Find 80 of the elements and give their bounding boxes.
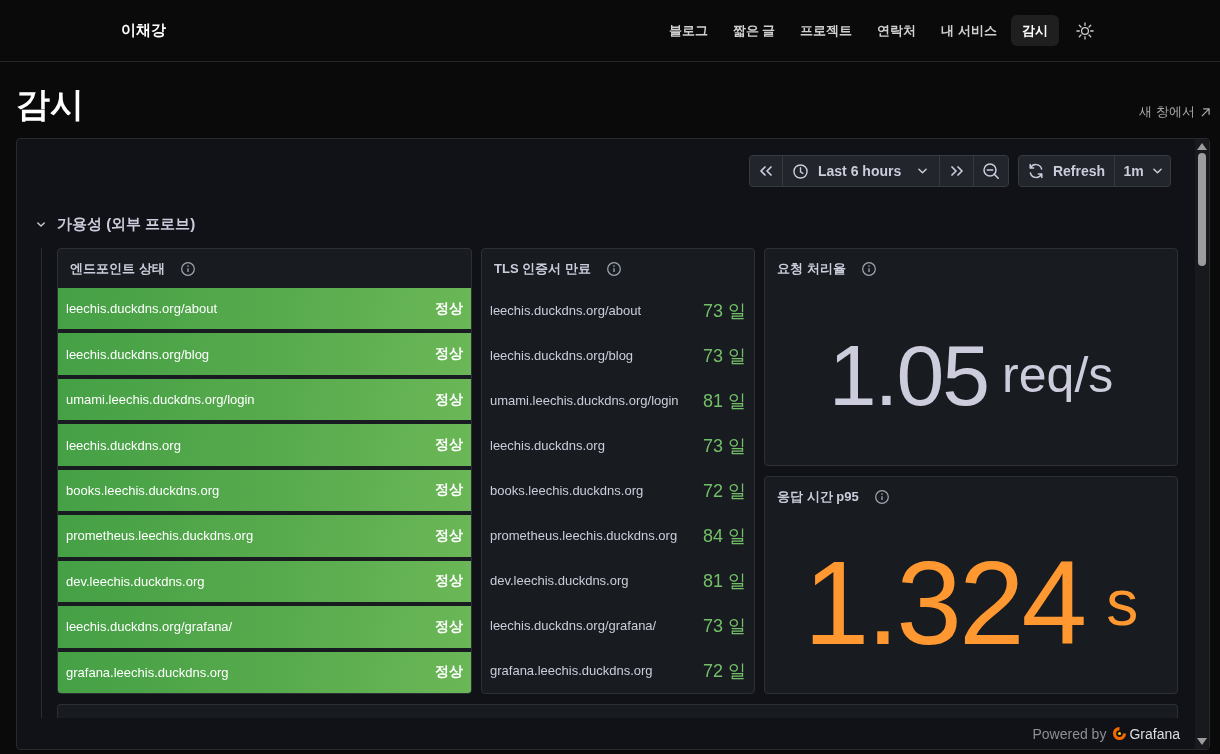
nav-link[interactable]: 연락처 — [866, 15, 928, 46]
zoom-out-icon — [983, 163, 999, 179]
refresh-icon — [1027, 163, 1044, 179]
scrollbar[interactable] — [1195, 139, 1209, 749]
stat-value: 1.324 — [803, 543, 1085, 662]
logo-icon — [1112, 726, 1128, 741]
endpoint-url: prometheus.leechis.duckdns.org — [490, 528, 678, 543]
info-icon — [874, 489, 889, 504]
external-link-icon — [1201, 107, 1210, 117]
status-label: 정상 — [435, 663, 463, 682]
days-remaining: 84 일 — [702, 524, 746, 548]
refresh-interval-picker[interactable]: 1m — [1115, 156, 1170, 186]
site-logo[interactable]: 이채강 — [121, 21, 166, 40]
status-label: 정상 — [435, 481, 463, 500]
endpoint-url: books.leechis.duckdns.org — [490, 483, 644, 498]
endpoint-url: leechis.duckdns.org — [490, 438, 605, 453]
status-label: 정상 — [435, 572, 463, 591]
status-label: 정상 — [435, 436, 463, 455]
endpoint-url: leechis.duckdns.org/blog — [66, 346, 210, 362]
endpoint-url: leechis.duckdns.org/about — [490, 303, 642, 318]
refresh-button[interactable]: Refresh — [1019, 156, 1114, 186]
zoom-out-button[interactable] — [974, 156, 1008, 186]
status-label: 정상 — [435, 299, 463, 318]
status-label: 정상 — [435, 345, 463, 364]
endpoint-url: umami.leechis.duckdns.org/login — [66, 392, 255, 408]
status-label: 정상 — [435, 390, 463, 409]
days-remaining: 81 일 — [702, 389, 746, 413]
endpoint-url: leechis.duckdns.org/about — [66, 301, 218, 317]
shift-time-forward-button[interactable] — [940, 156, 973, 186]
double-chevron-left-icon — [760, 166, 772, 176]
stat-unit: req/s — [1002, 349, 1114, 400]
panel-title: 응답 시간 p95 — [777, 487, 859, 506]
endpoint-url: leechis.duckdns.org — [66, 437, 181, 453]
days-remaining: 73 일 — [702, 614, 746, 638]
powered-by-text: Powered by — [1032, 725, 1107, 742]
stat-unit: s — [1106, 570, 1139, 635]
days-remaining: 72 일 — [702, 659, 746, 683]
panel-title: 엔드포인트 상태 — [70, 259, 165, 278]
endpoint-url: prometheus.leechis.duckdns.org — [66, 528, 254, 544]
endpoint-url: books.leechis.duckdns.org — [66, 482, 220, 498]
caret-icon — [1152, 168, 1162, 174]
panel-title: TLS 인증서 만료 — [494, 259, 591, 278]
days-remaining: 73 일 — [702, 434, 746, 458]
endpoint-url: leechis.duckdns.org/grafana/ — [66, 619, 233, 635]
days-remaining: 73 일 — [702, 344, 746, 368]
stat-value: 1.05 — [828, 331, 989, 418]
section-toggle[interactable]: 가용성 (외부 프로브) — [33, 212, 196, 236]
nav-link[interactable]: 내 서비스 — [930, 15, 1008, 46]
days-remaining: 73 일 — [702, 299, 746, 323]
nav-link[interactable]: 프로젝트 — [789, 15, 864, 46]
nav-link[interactable]: 감시 — [1011, 15, 1059, 46]
info-icon — [861, 261, 876, 276]
scroll-up-icon[interactable] — [1197, 143, 1207, 150]
endpoint-url: dev.leechis.duckdns.org — [66, 573, 205, 589]
days-remaining: 81 일 — [702, 569, 746, 593]
endpoint-url: dev.leechis.duckdns.org — [490, 573, 629, 588]
nav-link[interactable]: 블로그 — [657, 15, 719, 46]
double-chevron-right-icon — [950, 166, 963, 176]
shift-time-back-button[interactable] — [750, 156, 782, 186]
endpoint-url: leechis.duckdns.org/grafana/ — [490, 618, 657, 633]
scroll-down-icon[interactable] — [1197, 738, 1207, 745]
panel-title: 요청 처리율 — [777, 259, 846, 278]
caret-icon — [918, 168, 927, 174]
nav-link[interactable]: 짧은 글 — [721, 15, 787, 46]
sun-icon — [1076, 21, 1094, 40]
brand-link[interactable]: Grafana — [1112, 725, 1180, 742]
open-in-new-window-link[interactable]: 새 창에서 — [1139, 104, 1210, 120]
days-remaining: 72 일 — [702, 479, 746, 503]
info-icon — [180, 261, 195, 276]
status-label: 정상 — [435, 526, 463, 545]
scrollbar-thumb[interactable] — [1198, 153, 1206, 266]
endpoint-url: grafana.leechis.duckdns.org — [66, 664, 229, 680]
info-icon — [606, 261, 621, 276]
clock-icon — [793, 163, 808, 179]
endpoint-url: umami.leechis.duckdns.org/login — [490, 393, 679, 408]
endpoint-url: leechis.duckdns.org/blog — [490, 348, 634, 363]
page-title: 감시 — [16, 84, 84, 125]
time-range-picker[interactable]: Last 6 hours — [783, 156, 939, 186]
status-label: 정상 — [435, 617, 463, 636]
endpoint-url: grafana.leechis.duckdns.org — [490, 663, 653, 678]
